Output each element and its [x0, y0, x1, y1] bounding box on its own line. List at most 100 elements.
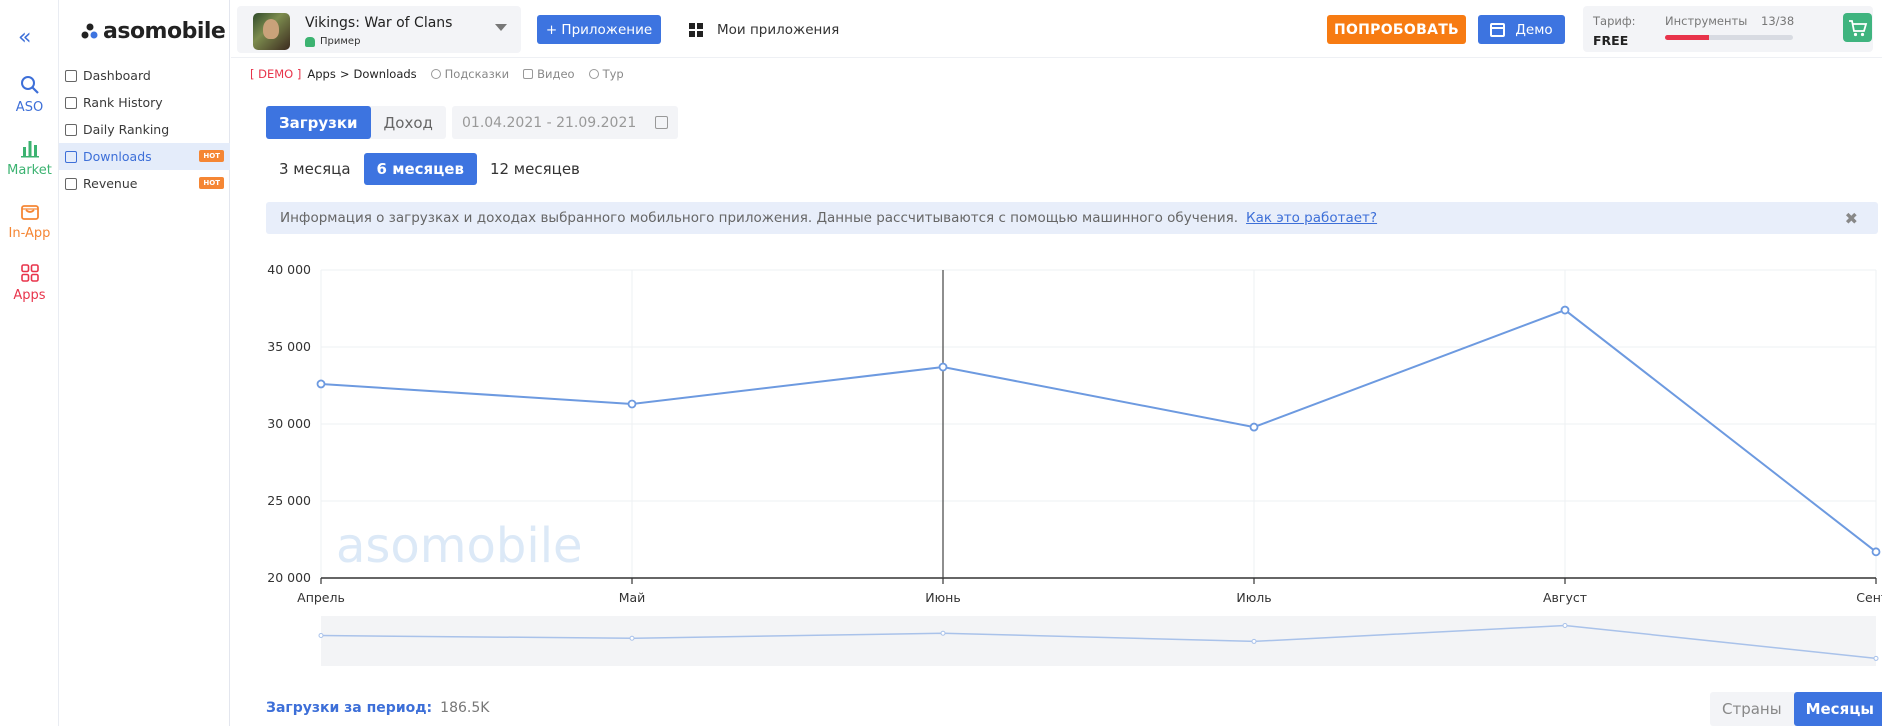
nav-item-dashboard[interactable]: Dashboard [59, 62, 230, 89]
downloads-chart: 40 000 35 000 30 000 25 000 20 000 asomobile А… [266, 262, 1882, 672]
hints-label: Подсказки [444, 67, 510, 81]
rail-item-inapp[interactable]: In-App [0, 200, 59, 241]
nav-item-label: Revenue [83, 176, 138, 191]
tour-link[interactable]: Тур [588, 67, 624, 81]
collapse-sidebar-icon[interactable]: « [18, 26, 31, 50]
period-12-months[interactable]: 12 месяцев [477, 153, 593, 185]
add-app-button[interactable]: + Приложение [537, 15, 661, 44]
data-point [627, 399, 637, 409]
revenue-icon [65, 177, 77, 190]
my-apps-link[interactable]: Мои приложения [689, 15, 839, 44]
rail-item-aso[interactable]: ASO [0, 74, 59, 115]
navigator-point [1873, 655, 1879, 661]
demo-button[interactable]: Демо [1478, 15, 1565, 44]
navigator-point [629, 635, 635, 641]
data-point [938, 362, 948, 372]
breakdown-toggle: Страны Месяцы [1710, 692, 1882, 726]
video-icon [523, 69, 534, 79]
nav-item-label: Downloads [83, 149, 152, 164]
sidebar-nav: asomobile Dashboard Rank History Daily R… [59, 0, 230, 726]
grid-icon [689, 22, 703, 37]
date-range-value: 01.04.2021 - 21.09.2021 [462, 114, 637, 131]
breadcrumb-current: Downloads [353, 67, 417, 81]
left-rail: « ASO Market In-App Apps [0, 0, 59, 726]
android-icon [305, 36, 315, 47]
nav-item-daily-ranking[interactable]: Daily Ranking [59, 116, 230, 143]
chevron-down-icon[interactable] [495, 24, 507, 31]
y-tick-label: 30 000 [267, 416, 311, 431]
data-point [316, 379, 326, 389]
y-tick-label: 25 000 [267, 493, 311, 508]
my-apps-label: Мои приложения [717, 21, 840, 38]
data-point [1871, 547, 1881, 557]
tariff-value: FREE [1593, 33, 1629, 48]
period-3-months[interactable]: 3 месяца [266, 153, 364, 185]
x-tick-label: Сентя [1856, 590, 1882, 605]
nav-item-revenue[interactable]: Revenue HOT [59, 170, 230, 197]
calendar-icon [655, 116, 668, 129]
nav-item-label: Daily Ranking [83, 122, 170, 137]
rank-history-icon [65, 96, 77, 109]
apps-grid-icon [20, 264, 39, 282]
tariff-label: Тариф: [1593, 14, 1636, 28]
close-icon[interactable]: ✖ [1845, 209, 1858, 228]
how-it-works-link[interactable]: Как это работает? [1246, 210, 1377, 226]
daily-ranking-icon [65, 123, 77, 136]
navigator-point [318, 633, 324, 639]
navigator-background [321, 616, 1876, 666]
chat-icon [588, 69, 599, 79]
video-link[interactable]: Видео [523, 67, 575, 81]
tour-label: Тур [602, 67, 624, 81]
tools-progress-fill [1665, 35, 1709, 40]
calendar-icon [1490, 22, 1506, 37]
x-tick-label: Июнь [925, 590, 960, 605]
question-icon [430, 69, 441, 79]
period-toggle: 3 месяца 6 месяцев 12 месяцев [266, 153, 593, 185]
watermark-text: asomobile [336, 518, 583, 574]
by-months-button[interactable]: Месяцы [1793, 692, 1882, 726]
rail-item-label: Apps [13, 288, 46, 303]
date-range-picker[interactable]: 01.04.2021 - 21.09.2021 [452, 106, 678, 139]
navigator-point [1562, 622, 1568, 628]
top-bar: Vikings: War of Clans Пример + Приложени… [231, 0, 1882, 58]
dashboard-icon [65, 69, 77, 82]
series-line [320, 308, 1877, 553]
breadcrumb-apps[interactable]: Apps [307, 67, 335, 81]
app-name: Vikings: War of Clans [305, 15, 453, 31]
by-countries-button[interactable]: Страны [1710, 692, 1794, 726]
rail-item-label: In-App [8, 226, 51, 241]
app-selector[interactable]: Vikings: War of Clans Пример [237, 6, 521, 53]
tools-progress-bar [1665, 35, 1793, 40]
navigator-point [1251, 638, 1257, 644]
revenue-toggle[interactable]: Доход [371, 106, 446, 139]
info-text: Информация о загрузках и доходах выбранн… [280, 210, 1239, 226]
hints-link[interactable]: Подсказки [430, 67, 510, 81]
logo[interactable]: asomobile [81, 18, 226, 44]
x-tick-label: Май [619, 590, 646, 605]
rail-item-label: Market [7, 163, 52, 178]
breadcrumb-separator: > [339, 67, 350, 81]
downloads-toggle[interactable]: Загрузки [266, 106, 371, 139]
rail-item-apps[interactable]: Apps [0, 262, 59, 303]
tariff-panel[interactable]: Тариф: FREE Инструменты 13/38 [1583, 6, 1873, 52]
y-tick-label: 35 000 [267, 339, 311, 354]
metric-toggle: Загрузки Доход [266, 106, 446, 139]
nav-item-rank-history[interactable]: Rank History [59, 89, 230, 116]
app-platform: Пример [305, 36, 360, 47]
y-tick-label: 40 000 [267, 262, 311, 277]
navigator-point [940, 630, 946, 636]
data-point [1249, 422, 1259, 432]
tools-label: Инструменты [1665, 14, 1748, 28]
period-6-months[interactable]: 6 месяцев [363, 153, 477, 185]
total-value: 186.5K [440, 700, 490, 716]
nav-item-downloads[interactable]: Downloads HOT [59, 143, 230, 170]
rail-item-market[interactable]: Market [0, 137, 59, 178]
nav-item-label: Dashboard [83, 68, 151, 83]
x-tick-label: Август [1543, 590, 1587, 605]
cart-button[interactable] [1843, 13, 1872, 42]
bar-chart-icon [20, 141, 39, 158]
try-button[interactable]: ПОПРОБОВАТЬ [1327, 15, 1466, 44]
bag-icon [20, 205, 39, 220]
search-icon [20, 76, 39, 94]
logo-text: asomobile [103, 18, 226, 44]
